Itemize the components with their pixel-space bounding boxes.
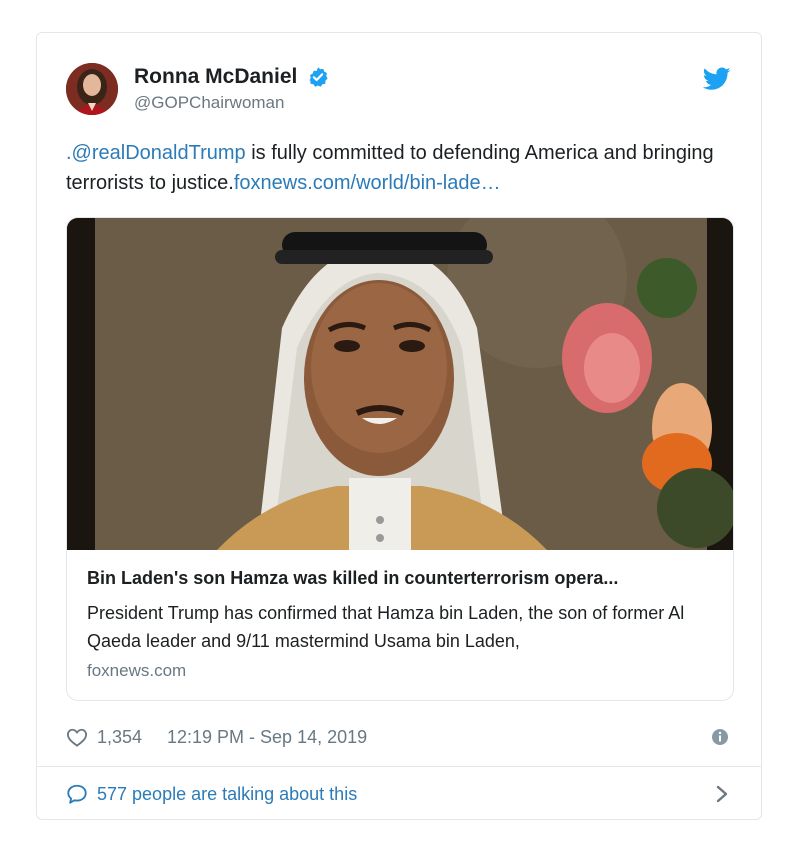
tweet-url-link[interactable]: foxnews.com/world/bin-lade… <box>234 172 501 194</box>
verified-badge-icon <box>307 66 329 88</box>
tweet-meta: 1,354 12:19 PM - Sep 14, 2019 <box>66 725 733 755</box>
article-photo <box>67 218 733 550</box>
author-handle[interactable]: @GOPChairwoman <box>134 93 329 113</box>
info-icon[interactable] <box>711 728 729 746</box>
author-names: Ronna McDaniel @GOPChairwoman <box>134 65 329 113</box>
link-card-description: President Trump has confirmed that Hamza… <box>87 603 685 651</box>
like-count[interactable]: 1,354 <box>97 727 142 748</box>
link-card-title: Bin Laden's son Hamza was killed in coun… <box>87 568 619 588</box>
chevron-right-icon[interactable] <box>715 784 729 804</box>
mention-link[interactable]: .@realDonaldTrump <box>66 142 246 164</box>
tweet-text: .@realDonaldTrump is fully committed to … <box>66 138 746 198</box>
author-display-name[interactable]: Ronna McDaniel <box>134 65 297 89</box>
heart-icon[interactable] <box>66 727 88 747</box>
tweet-header: Ronna McDaniel @GOPChairwoman <box>66 61 733 121</box>
embedded-tweet-card: Ronna McDaniel @GOPChairwoman .@realDona… <box>36 32 762 820</box>
link-preview-card[interactable]: Bin Laden's son Hamza was killed in coun… <box>66 217 734 701</box>
talking-count-link[interactable]: 577 people are talking about this <box>97 784 357 805</box>
link-card-domain: foxnews.com <box>87 661 187 680</box>
avatar-image <box>66 63 118 115</box>
link-card-body: Bin Laden's son Hamza was killed in coun… <box>87 568 713 681</box>
footer-divider <box>37 766 761 767</box>
conversation-footer[interactable]: 577 people are talking about this <box>66 781 733 811</box>
tweet-timestamp[interactable]: 12:19 PM - Sep 14, 2019 <box>167 727 367 748</box>
avatar[interactable] <box>66 63 118 115</box>
twitter-bird-icon[interactable] <box>702 67 731 91</box>
speech-bubble-icon <box>66 783 88 805</box>
